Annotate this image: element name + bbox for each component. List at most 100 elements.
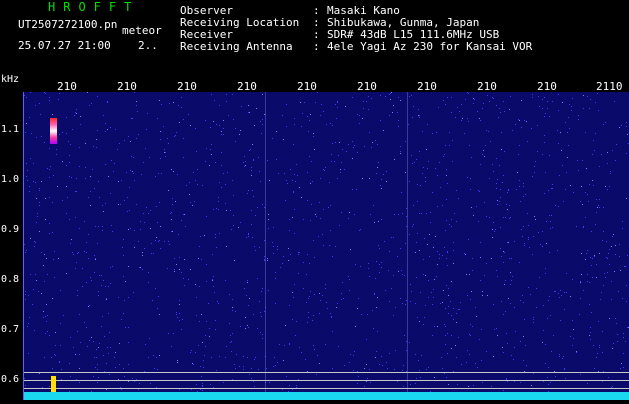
noise-speck [609,186,610,187]
noise-speck [520,341,521,342]
noise-speck [240,222,241,223]
noise-speck [274,357,275,358]
noise-speck [437,326,438,327]
noise-speck [79,382,80,383]
noise-speck [452,161,453,162]
noise-speck [378,245,379,246]
noise-speck [74,115,75,116]
noise-speck [532,97,533,98]
noise-speck [181,107,182,108]
noise-speck [268,214,269,215]
noise-speck [377,331,378,332]
noise-speck [511,280,512,281]
noise-speck [445,335,446,336]
noise-speck [576,226,577,227]
noise-speck [248,190,249,191]
noise-speck [288,260,289,261]
noise-speck [303,219,304,220]
noise-speck [130,141,131,142]
noise-speck [190,125,191,126]
noise-speck [303,288,304,289]
noise-speck [480,280,481,281]
noise-speck [456,221,457,222]
noise-speck [523,302,524,303]
noise-speck [548,367,549,368]
noise-speck [535,161,536,162]
noise-speck [247,280,248,281]
noise-speck [495,229,496,230]
noise-speck [182,319,183,320]
noise-speck [99,343,100,344]
noise-speck [422,131,423,132]
noise-speck [331,161,332,162]
noise-speck [157,222,158,223]
noise-speck [608,377,609,378]
noise-speck [482,295,483,296]
noise-speck [301,352,302,353]
noise-speck [205,346,206,347]
noise-speck [33,289,34,290]
noise-speck [549,215,550,216]
noise-speck [146,129,147,130]
noise-speck [445,308,446,309]
noise-speck [611,299,612,300]
noise-speck [571,110,572,111]
noise-speck [140,229,141,230]
noise-speck [164,152,165,153]
noise-speck [479,191,480,192]
noise-speck [235,141,236,142]
noise-speck [139,267,140,268]
noise-speck [50,166,51,167]
noise-speck [341,299,342,300]
noise-speck [451,281,452,282]
noise-speck [218,303,219,304]
noise-speck [44,92,45,93]
noise-speck [512,130,513,131]
noise-speck [205,335,206,336]
noise-speck [251,368,252,369]
noise-speck [523,183,524,184]
noise-speck [86,242,87,243]
noise-speck [531,128,532,129]
noise-speck [121,389,122,390]
noise-speck [209,336,210,337]
noise-speck [619,244,620,245]
noise-speck [344,365,345,366]
noise-speck [400,100,401,101]
noise-speck [376,351,377,352]
noise-speck [364,368,365,369]
noise-speck [403,365,404,366]
noise-speck [564,309,565,310]
noise-speck [357,383,358,384]
noise-speck [49,100,50,101]
noise-speck [98,181,99,182]
noise-speck [112,231,113,232]
noise-speck [558,110,559,111]
noise-speck [52,114,53,115]
noise-speck [244,288,245,289]
noise-speck [107,102,108,103]
noise-speck [337,102,338,103]
noise-speck [54,354,55,355]
noise-speck [235,368,236,369]
noise-speck [140,267,141,268]
noise-speck [233,119,234,120]
noise-speck [94,255,95,256]
noise-speck [98,347,99,348]
noise-speck [309,263,310,264]
noise-speck [338,346,339,347]
noise-speck [52,202,53,203]
noise-speck [319,313,320,314]
noise-speck [196,151,197,152]
noise-speck [75,354,76,355]
noise-speck [607,163,608,164]
noise-speck [412,163,413,164]
noise-speck [496,188,497,189]
noise-speck [143,213,144,214]
noise-speck [195,180,196,181]
noise-speck [539,106,540,107]
noise-speck [402,303,403,304]
noise-speck [435,236,436,237]
noise-speck [120,204,121,205]
noise-speck [337,303,338,304]
